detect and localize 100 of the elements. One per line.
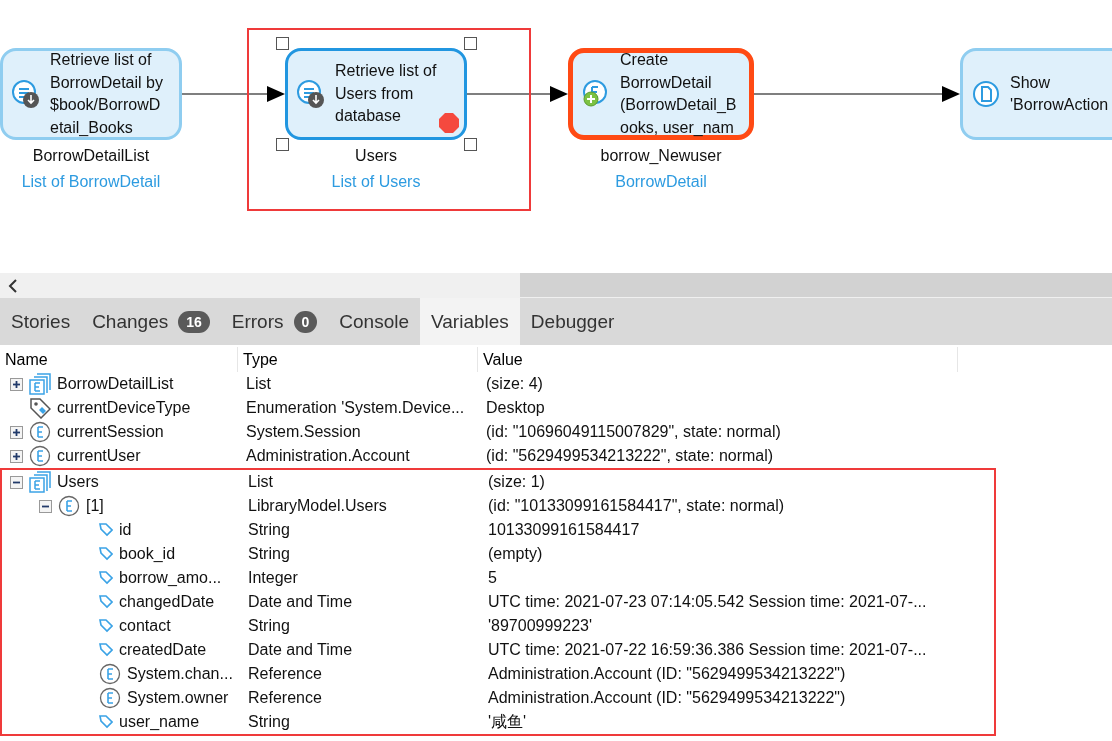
- collapse-icon[interactable]: [10, 475, 23, 489]
- tab-label: Stories: [11, 310, 71, 333]
- column-header[interactable]: Value: [483, 350, 523, 369]
- variable-type: Reference: [247, 665, 323, 683]
- panel-tab[interactable]: Changes 16: [81, 298, 221, 345]
- entity-icon: [58, 495, 80, 517]
- variable-name: createdDate: [119, 641, 207, 659]
- variable-value: Administration.Account (ID: "5629499534213222"): [487, 665, 847, 683]
- tab-label: Variables: [431, 310, 509, 333]
- variable-value: UTC time: 2021-07-22 16:59:36.386 Session time: 2021-07-...: [487, 641, 928, 659]
- variable-value: (size: 1): [487, 473, 546, 491]
- variable-name: currentUser: [57, 447, 141, 465]
- column-header[interactable]: Name: [5, 350, 48, 369]
- activity-label: Retrieve list of BorrowDetail by $book/BorrowD etail_Books: [50, 50, 163, 138]
- variable-value: Desktop: [485, 399, 546, 417]
- variable-type: String: [247, 545, 291, 563]
- variable-name: id: [119, 521, 132, 539]
- variable-type: String: [247, 617, 291, 635]
- activity-node[interactable]: Show 'BorrowAction: [960, 48, 1112, 140]
- variable-type: List: [245, 375, 272, 393]
- variable-name: BorrowDetailList: [57, 375, 174, 393]
- entity-icon: [29, 421, 51, 443]
- variable-name: contact: [119, 617, 171, 635]
- variable-type: Administration.Account: [245, 447, 411, 465]
- variable-value: (id: "10696049115007829", state: normal): [485, 423, 782, 441]
- tab-label: Changes: [92, 310, 169, 333]
- variable-value: (id: "10133099161584417", state: normal): [487, 497, 785, 515]
- count-badge: 0: [293, 310, 318, 333]
- variable-type: Enumeration 'System.Device...: [245, 399, 466, 417]
- scroll-left-icon[interactable]: [8, 278, 18, 293]
- resize-handle[interactable]: [464, 138, 477, 151]
- variable-value: (id: "5629499534213222", state: normal): [485, 447, 775, 465]
- variable-type: LibraryModel.Users: [247, 497, 388, 515]
- activity-node[interactable]: Create BorrowDetail (BorrowDetail_B ooks, user_nam: [568, 48, 754, 140]
- scrollbar-thumb[interactable]: [520, 273, 1112, 297]
- entity-icon: [29, 445, 51, 467]
- variable-value: 5: [487, 569, 498, 587]
- variable-name: changedDate: [119, 593, 215, 611]
- resize-handle[interactable]: [464, 37, 477, 50]
- attribute-icon: [99, 595, 113, 609]
- tab-label: Console: [339, 310, 410, 333]
- attribute-icon: [99, 571, 113, 585]
- expand-icon[interactable]: [10, 425, 23, 439]
- output-variable-name: borrow_Newuser: [599, 147, 723, 165]
- variable-value: UTC time: 2021-07-23 07:14:05.542 Session time: 2021-07-...: [487, 593, 928, 611]
- column-header[interactable]: Type: [243, 350, 278, 369]
- tab-label: Errors: [231, 310, 284, 333]
- panel-tab[interactable]: Console: [328, 298, 421, 345]
- activity-label: Create BorrowDetail (BorrowDetail_B ooks, user_nam: [620, 50, 737, 138]
- expand-icon[interactable]: [10, 449, 23, 463]
- variable-type: Reference: [247, 689, 323, 707]
- panel-tab[interactable]: Debugger: [519, 298, 626, 345]
- variable-name: [1]: [86, 497, 104, 515]
- variable-value: (size: 4): [485, 375, 544, 393]
- variable-value: 10133099161584417: [487, 521, 641, 539]
- variable-type: Date and Time: [247, 593, 354, 611]
- breakpoint-icon[interactable]: [438, 112, 460, 134]
- variable-value: '89700999223': [487, 617, 593, 635]
- variable-value: '咸鱼': [487, 711, 528, 732]
- variable-name: Users: [57, 473, 99, 491]
- count-badge: 16: [178, 310, 210, 333]
- retrieve-icon: [296, 79, 326, 109]
- list-icon: [29, 471, 51, 493]
- resize-handle[interactable]: [276, 37, 289, 50]
- attribute-icon: [99, 547, 113, 561]
- variable-type: Integer: [247, 569, 299, 587]
- attribute-icon: [99, 523, 113, 537]
- retrieve-icon: [11, 79, 41, 109]
- variable-name: currentSession: [57, 423, 164, 441]
- attribute-icon: [99, 619, 113, 633]
- output-variable-name: Users: [354, 147, 398, 165]
- tag-icon: [29, 397, 51, 419]
- entity-icon: [99, 687, 121, 709]
- variable-name: user_name: [119, 713, 200, 731]
- variable-name: book_id: [119, 545, 176, 563]
- variable-type: List: [247, 473, 274, 491]
- variable-name: System.owner: [127, 689, 229, 707]
- panel-tab[interactable]: Errors 0: [220, 298, 329, 345]
- output-variable-name: BorrowDetailList: [31, 147, 151, 165]
- expand-icon[interactable]: [10, 377, 23, 391]
- resize-handle[interactable]: [276, 138, 289, 151]
- page-icon: [971, 79, 1001, 109]
- variable-type: Date and Time: [247, 641, 354, 659]
- variable-value: (empty): [487, 545, 544, 563]
- collapse-icon[interactable]: [39, 499, 52, 513]
- variable-name: System.chan...: [127, 665, 233, 683]
- variable-type: System.Session: [245, 423, 362, 441]
- activity-node[interactable]: Retrieve list of Users from database: [285, 48, 467, 140]
- panel-tab[interactable]: Variables: [420, 298, 520, 345]
- activity-label: Show 'BorrowAction: [1010, 72, 1109, 115]
- variable-name: currentDeviceType: [57, 399, 191, 417]
- variable-name: borrow_amo...: [119, 569, 222, 587]
- panel-tab[interactable]: Stories: [0, 298, 82, 345]
- tab-label: Debugger: [530, 310, 615, 333]
- activity-label: Retrieve list of Users from database: [335, 61, 437, 127]
- activity-node[interactable]: Retrieve list of BorrowDetail by $book/BorrowD etail_Books: [0, 48, 182, 140]
- list-icon: [29, 373, 51, 395]
- entity-icon: [99, 663, 121, 685]
- attribute-icon: [99, 643, 113, 657]
- variable-type: String: [247, 713, 291, 731]
